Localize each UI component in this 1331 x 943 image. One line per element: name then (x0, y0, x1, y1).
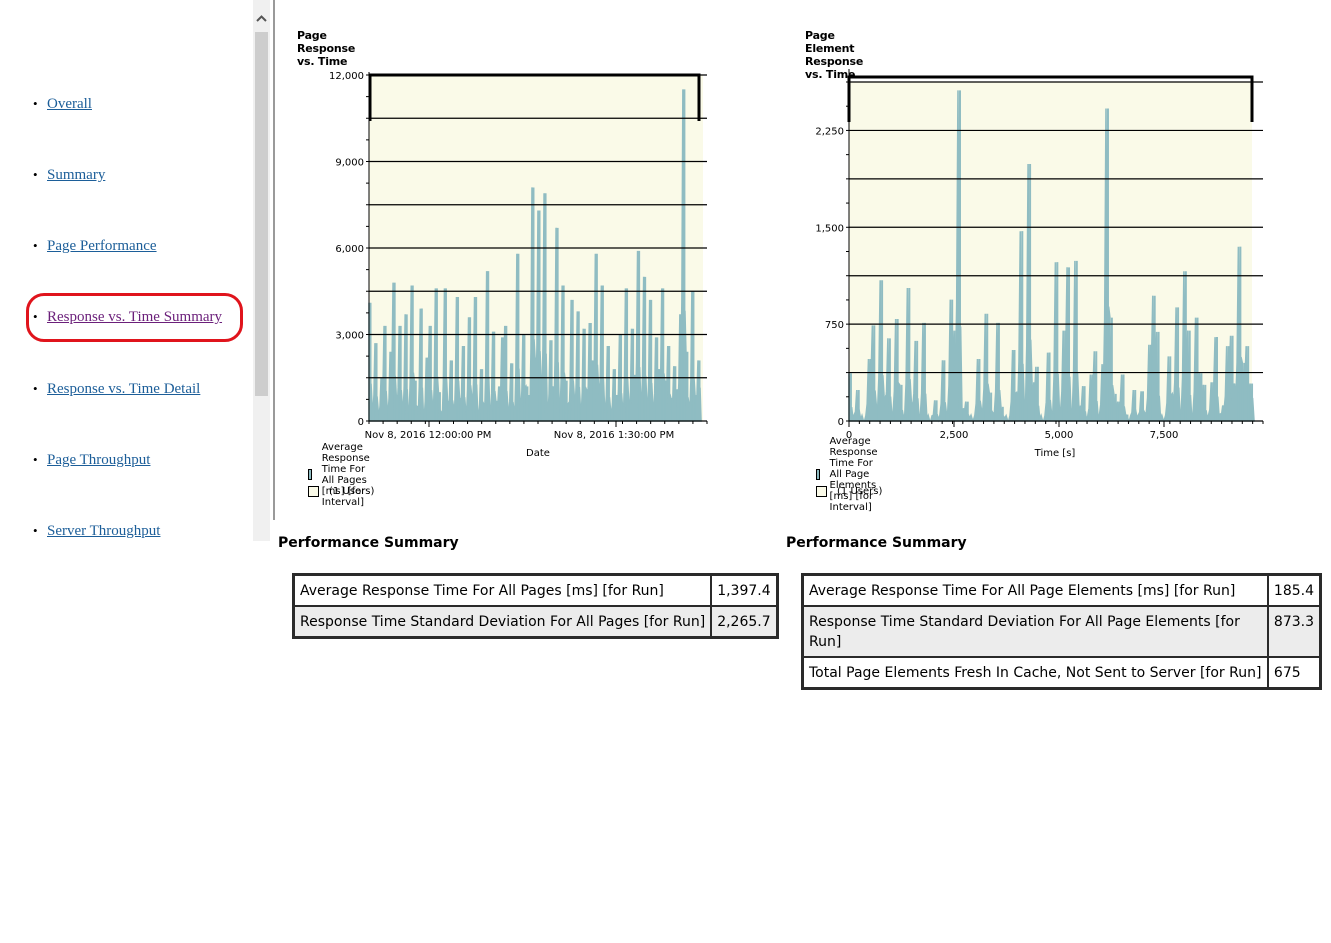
x-tick-label: 2,500 (940, 430, 969, 441)
performance-summary-table-elements: Average Response Time For All Page Eleme… (801, 573, 1322, 690)
row-label: Response Time Standard Deviation For All… (801, 605, 1269, 658)
legend-swatch-users (816, 486, 827, 497)
row-value: 185.4 (1266, 573, 1322, 607)
table-row: Response Time Standard Deviation For All… (801, 605, 1322, 658)
row-value: 2,265.7 (710, 605, 779, 639)
performance-summary-table-pages: Average Response Time For All Pages [ms]… (292, 573, 779, 639)
x-axis-label: Time [s] (1034, 448, 1076, 459)
row-value: 873.3 (1266, 605, 1322, 658)
row-label: Response Time Standard Deviation For All… (292, 605, 713, 639)
performance-summary-heading-pages: Performance Summary (278, 535, 459, 551)
performance-summary-heading-elements: Performance Summary (786, 535, 967, 551)
row-value: 1,397.4 (710, 573, 779, 607)
x-tick-label: 5,000 (1045, 430, 1074, 441)
y-tick-label: 0 (838, 417, 844, 428)
table-row: Response Time Standard Deviation For All… (292, 605, 779, 639)
y-tick-label: 1,500 (815, 223, 844, 234)
legend-label: Average Response Time For All Page Eleme… (829, 436, 878, 513)
y-tick-label: 750 (825, 320, 844, 331)
table-row: Average Response Time For All Pages [ms]… (292, 573, 779, 607)
legend-item-series: Average Response Time For All Page Eleme… (816, 436, 885, 513)
legend-label: (1 Users) (837, 486, 883, 497)
row-value: 675 (1266, 656, 1322, 690)
row-label: Total Page Elements Fresh In Cache, Not … (801, 656, 1269, 690)
y-tick-label: 2,250 (815, 126, 844, 137)
row-label: Average Response Time For All Pages [ms]… (292, 573, 713, 607)
row-label: Average Response Time For All Page Eleme… (801, 573, 1269, 607)
table-row: Total Page Elements Fresh In Cache, Not … (801, 656, 1322, 690)
table-row: Average Response Time For All Page Eleme… (801, 573, 1322, 607)
chart-legend: Average Response Time For All Page Eleme… (816, 436, 885, 513)
page-element-response-plot: 07501,5002,2500 2,500 5,000 7,500Time [s] (815, 69, 1264, 459)
legend-swatch-series (816, 469, 820, 480)
x-tick-label: 7,500 (1150, 430, 1179, 441)
